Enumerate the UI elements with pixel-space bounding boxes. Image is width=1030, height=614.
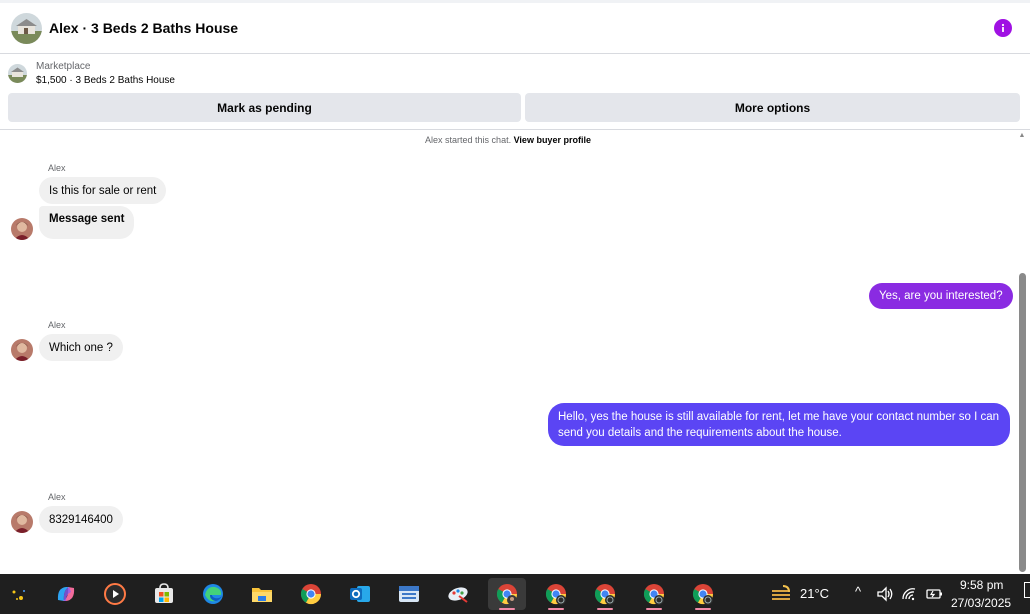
keyboard-app-icon[interactable] — [390, 578, 428, 610]
avatar[interactable] — [11, 511, 33, 533]
chat-title: Alex · 3 Beds 2 Baths House — [49, 20, 239, 36]
chrome-profile-icon[interactable] — [537, 578, 575, 610]
show-hidden-icons-chevron-up-icon[interactable]: ^ — [855, 584, 861, 599]
clock-time[interactable]: 9:58 pm — [960, 578, 1003, 592]
volume-icon[interactable] — [870, 578, 900, 610]
incoming-message[interactable]: 8329146400 — [39, 506, 123, 533]
message-sender: Alex — [48, 163, 66, 173]
chrome-icon[interactable] — [292, 578, 330, 610]
notification-bell-icon[interactable] — [1024, 582, 1030, 598]
chat-start-text: Alex started this chat. — [425, 135, 512, 145]
chrome-profile-icon[interactable] — [684, 578, 722, 610]
open-app-indicator — [597, 608, 613, 610]
edge-icon[interactable] — [194, 578, 232, 610]
chrome-profile-icon[interactable] — [586, 578, 624, 610]
listing-thumbnail[interactable] — [8, 64, 27, 83]
more-options-button[interactable]: More options — [525, 93, 1020, 122]
incoming-message[interactable]: Which one ? — [39, 334, 123, 361]
open-app-indicator — [695, 608, 711, 610]
message-sender: Alex — [48, 320, 66, 330]
weather-icon[interactable] — [763, 578, 801, 610]
widgets-icon[interactable] — [0, 578, 38, 610]
battery-icon[interactable] — [921, 578, 947, 610]
view-buyer-profile-link[interactable]: View buyer profile — [514, 135, 591, 145]
wifi-icon[interactable] — [897, 578, 923, 610]
avatar[interactable] — [11, 218, 33, 240]
weather-temperature[interactable]: 21°C — [800, 586, 829, 601]
chat-header: Alex · 3 Beds 2 Baths House — [0, 3, 1030, 54]
mark-as-pending-button[interactable]: Mark as pending — [8, 93, 521, 122]
outlook-icon[interactable] — [341, 578, 379, 610]
copilot-icon[interactable] — [47, 578, 85, 610]
chrome-profile-icon[interactable] — [488, 578, 526, 610]
outgoing-message[interactable]: Yes, are you interested? — [869, 283, 1013, 309]
listing-avatar[interactable] — [11, 13, 42, 44]
scroll-up-arrow-icon[interactable]: ▲ — [1017, 131, 1027, 141]
chat-start-note: Alex started this chat. View buyer profi… — [0, 135, 1016, 145]
paint-app-icon[interactable] — [439, 578, 477, 610]
file-explorer-icon[interactable] — [243, 578, 281, 610]
active-app-indicator — [499, 608, 515, 610]
microsoft-store-icon[interactable] — [145, 578, 183, 610]
listing-price-title[interactable]: $1,500 · 3 Beds 2 Baths House — [36, 75, 175, 86]
incoming-message[interactable]: Is this for sale or rent — [39, 177, 167, 204]
marketplace-label: Marketplace — [36, 61, 91, 72]
info-icon[interactable] — [994, 19, 1012, 37]
windows-taskbar: 21°C ^ 9:58 pm 27/03/2025 — [0, 574, 1030, 614]
chrome-profile-icon[interactable] — [635, 578, 673, 610]
message-thread: Alex started this chat. View buyer profi… — [0, 131, 1030, 574]
open-app-indicator — [548, 608, 564, 610]
clock-date[interactable]: 27/03/2025 — [951, 596, 1011, 610]
open-app-indicator — [646, 608, 662, 610]
scrollbar-thumb[interactable] — [1019, 273, 1026, 572]
marketplace-listing-bar: Marketplace $1,500 · 3 Beds 2 Baths Hous… — [0, 55, 1030, 130]
incoming-message-notice[interactable]: Message sent — [39, 206, 135, 239]
message-sender: Alex — [48, 492, 66, 502]
media-player-icon[interactable] — [96, 578, 134, 610]
outgoing-message[interactable]: Hello, yes the house is still available … — [548, 403, 1010, 446]
avatar[interactable] — [11, 339, 33, 361]
